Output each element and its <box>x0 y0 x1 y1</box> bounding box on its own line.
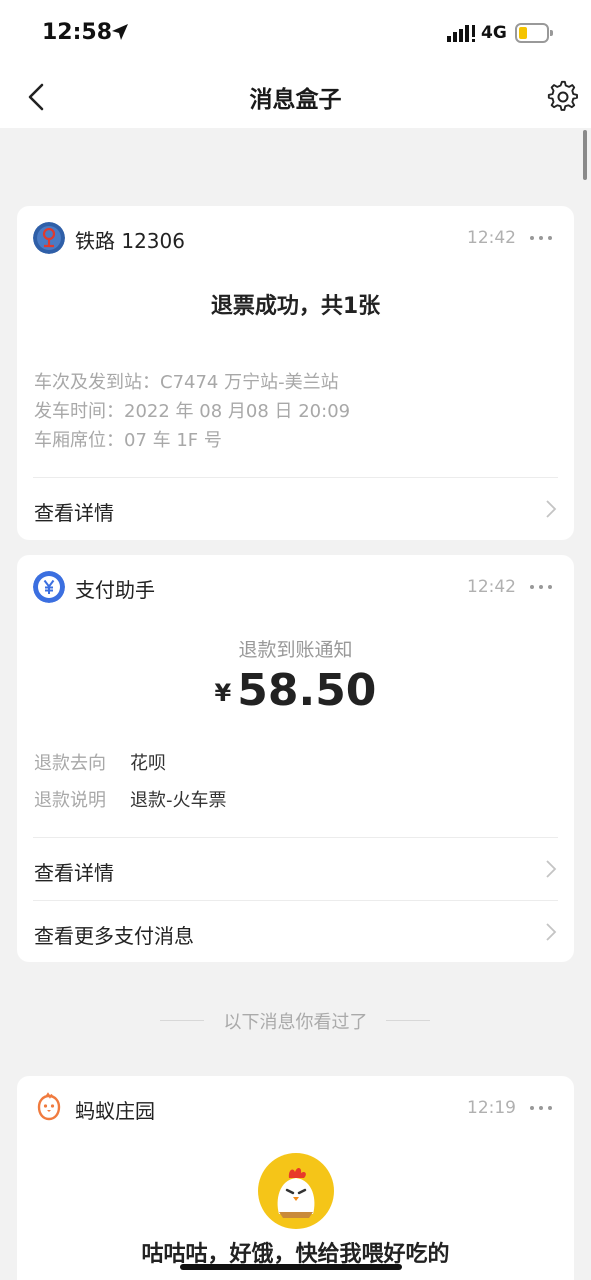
battery-level <box>519 27 527 39</box>
field-value: 退款-火车票 <box>130 790 227 811</box>
message-card-payment: 支付助手 12:42 退款到账通知 ¥58.50 退款去向 花呗 退款说明 退款… <box>17 555 574 962</box>
source-name: 支付助手 <box>75 578 155 602</box>
notice-title: 退款到账通知 <box>238 639 353 661</box>
nav-bar: 消息盒子 <box>0 66 591 128</box>
more-options-button[interactable] <box>530 575 554 599</box>
divider <box>33 900 558 901</box>
status-time: 12:58 <box>42 20 113 45</box>
location-arrow-icon <box>112 24 128 40</box>
view-details-link[interactable]: 查看详情 <box>17 479 574 539</box>
message-card-ant-farm: 蚂蚁庄园 12:19 咕咕咕，好饿，快给我喂好吃的 <box>17 1076 574 1280</box>
currency-symbol: ¥ <box>214 679 232 707</box>
source-name: 铁路 12306 <box>75 229 185 253</box>
message-card-railway: 铁路 12306 12:42 退票成功，共1张 车次及发到站：C7474 万宁站… <box>17 206 574 540</box>
more-payment-messages-link[interactable]: 查看更多支付消息 <box>17 902 574 962</box>
refund-amount: ¥58.50 <box>17 665 574 716</box>
amount-value: 58.50 <box>237 665 377 716</box>
message-title: 退票成功，共1张 <box>210 294 381 319</box>
message-time: 12:42 <box>467 577 516 597</box>
chick-icon <box>33 1092 65 1124</box>
signal-icon <box>447 25 475 42</box>
chevron-right-icon <box>546 860 557 878</box>
detail-train: 车次及发到站：C7474 万宁站-美兰站 <box>34 372 339 393</box>
divider <box>33 837 558 838</box>
more-options-button[interactable] <box>530 226 554 250</box>
railway-logo-icon <box>33 222 65 254</box>
divider <box>33 477 558 478</box>
message-time: 12:19 <box>467 1098 516 1118</box>
home-indicator <box>180 1264 402 1270</box>
separator-line <box>386 1020 430 1021</box>
field-key: 退款说明 <box>34 790 106 811</box>
view-details-link[interactable]: 查看详情 <box>17 839 574 899</box>
more-options-button[interactable] <box>530 1096 554 1120</box>
detail-seat: 车厢席位：07 车 1F 号 <box>34 430 222 451</box>
message-time: 12:42 <box>467 228 516 248</box>
more-payment-label: 查看更多支付消息 <box>34 924 194 948</box>
chevron-right-icon <box>546 923 557 941</box>
network-type: 4G <box>481 23 507 43</box>
seen-separator-text: 以下消息你看过了 <box>223 1012 368 1033</box>
gear-icon[interactable] <box>546 80 580 114</box>
source-name: 蚂蚁庄园 <box>75 1099 155 1123</box>
view-details-label: 查看详情 <box>34 861 114 885</box>
status-bar: 12:58 4G <box>0 0 591 66</box>
card-header: 支付助手 12:42 <box>17 555 574 619</box>
battery-tip <box>550 30 553 36</box>
card-header: 蚂蚁庄园 12:19 <box>17 1076 574 1140</box>
field-value: 花呗 <box>130 753 166 774</box>
yen-coin-icon <box>33 571 65 603</box>
scrollbar[interactable] <box>583 130 587 180</box>
chevron-right-icon <box>546 500 557 518</box>
detail-departure: 发车时间：2022 年 08 月08 日 20:09 <box>34 401 351 422</box>
chick-illustration <box>258 1153 334 1229</box>
view-details-label: 查看详情 <box>34 501 114 525</box>
field-key: 退款去向 <box>34 753 106 774</box>
card-header: 铁路 12306 12:42 <box>17 206 574 270</box>
seen-separator: 以下消息你看过了 <box>0 1008 591 1033</box>
battery-icon <box>515 23 549 43</box>
page-title: 消息盒子 <box>249 87 342 113</box>
